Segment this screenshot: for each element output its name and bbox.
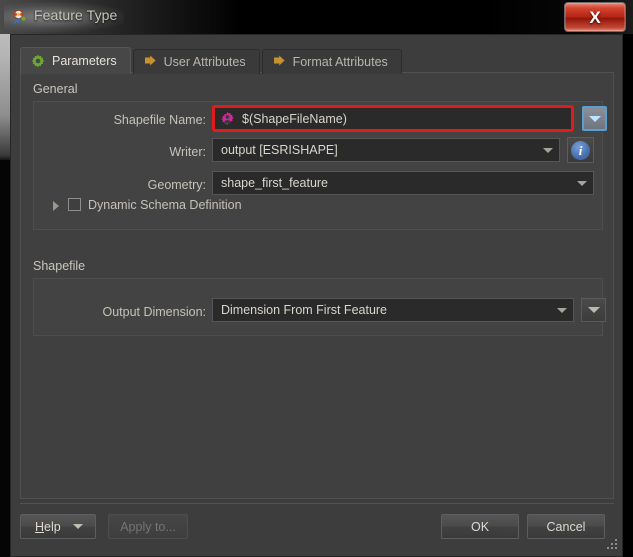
shapefile-name-label: Shapefile Name:: [113, 113, 206, 127]
tab-parameters-label: Parameters: [52, 54, 117, 68]
dynamic-schema-checkbox[interactable]: [68, 198, 81, 211]
button-bar: Help Apply to... OK Cancel: [20, 507, 614, 549]
dialog-body: Parameters User Attributes Format Attrib…: [10, 34, 623, 557]
content-pane: Parameters User Attributes Format Attrib…: [20, 46, 614, 499]
chevron-down-icon: [73, 524, 83, 529]
tab-user-attributes[interactable]: User Attributes: [132, 49, 260, 74]
feature-type-dialog: Feature Type X Parameters User Attribute…: [0, 0, 633, 557]
tab-parameters[interactable]: Parameters: [20, 47, 131, 74]
apply-to-button[interactable]: Apply to...: [108, 514, 188, 539]
help-button[interactable]: Help: [20, 514, 96, 539]
shapefile-name-input[interactable]: $(ShapeFileName): [212, 105, 574, 132]
green-gear-icon: [31, 54, 45, 68]
orange-arrow-icon: [273, 55, 285, 66]
chevron-down-icon: [543, 147, 553, 153]
close-icon: X: [589, 7, 601, 27]
resize-grip[interactable]: [605, 539, 618, 552]
chevron-down-icon: [588, 115, 601, 122]
window-frame-shadow: [0, 160, 10, 557]
chevron-down-icon: [577, 180, 587, 186]
dynamic-schema-expander[interactable]: [53, 201, 59, 211]
button-bar-separator: [20, 503, 614, 504]
output-dimension-value: Dimension From First Feature: [221, 303, 388, 317]
chevron-down-icon: [587, 307, 600, 313]
writer-value: output [ESRISHAPE]: [221, 143, 338, 157]
cancel-label: Cancel: [546, 519, 586, 534]
apply-to-label: Apply to...: [120, 519, 176, 534]
orange-arrow-icon: [144, 55, 156, 66]
writer-combobox[interactable]: output [ESRISHAPE]: [212, 138, 560, 162]
dynamic-schema-label: Dynamic Schema Definition: [88, 198, 242, 212]
help-button-label: Help: [35, 520, 61, 534]
user-parameter-gear-icon: [221, 111, 234, 126]
writer-info-button[interactable]: i: [567, 137, 594, 163]
help-accel: H: [35, 519, 45, 534]
tab-user-attributes-label: User Attributes: [163, 55, 246, 69]
geometry-combobox[interactable]: shape_first_feature: [212, 171, 594, 195]
ok-label: OK: [470, 519, 490, 534]
close-button[interactable]: X: [564, 2, 626, 32]
tab-format-attributes-label: Format Attributes: [292, 55, 388, 69]
geometry-label: Geometry:: [147, 178, 206, 192]
cancel-button[interactable]: Cancel: [527, 514, 605, 539]
help-label-rest: elp: [44, 519, 61, 534]
parameters-tab-panel: General Shapefile Name: $(ShapeFileName): [20, 72, 614, 499]
writer-label: Writer:: [169, 145, 206, 159]
output-dimension-combobox[interactable]: Dimension From First Feature: [212, 298, 574, 322]
tab-strip: Parameters User Attributes Format Attrib…: [20, 46, 404, 74]
window-title: Feature Type: [34, 7, 118, 23]
output-dimension-label: Output Dimension:: [102, 305, 206, 319]
title-bar[interactable]: Feature Type X: [0, 0, 633, 34]
geometry-value: shape_first_feature: [221, 176, 329, 190]
ok-button[interactable]: OK: [441, 514, 519, 539]
feature-type-icon: [13, 9, 26, 24]
shapefile-name-value: $(ShapeFileName): [242, 111, 347, 126]
shapefile-name-dropdown-button[interactable]: [582, 106, 607, 131]
general-group-title: General: [33, 82, 78, 96]
chevron-down-icon: [557, 307, 567, 313]
shapefile-group-title: Shapefile: [33, 259, 86, 273]
tab-format-attributes[interactable]: Format Attributes: [261, 49, 402, 74]
info-icon: i: [571, 140, 590, 160]
output-dimension-dropdown-button[interactable]: [581, 298, 606, 322]
